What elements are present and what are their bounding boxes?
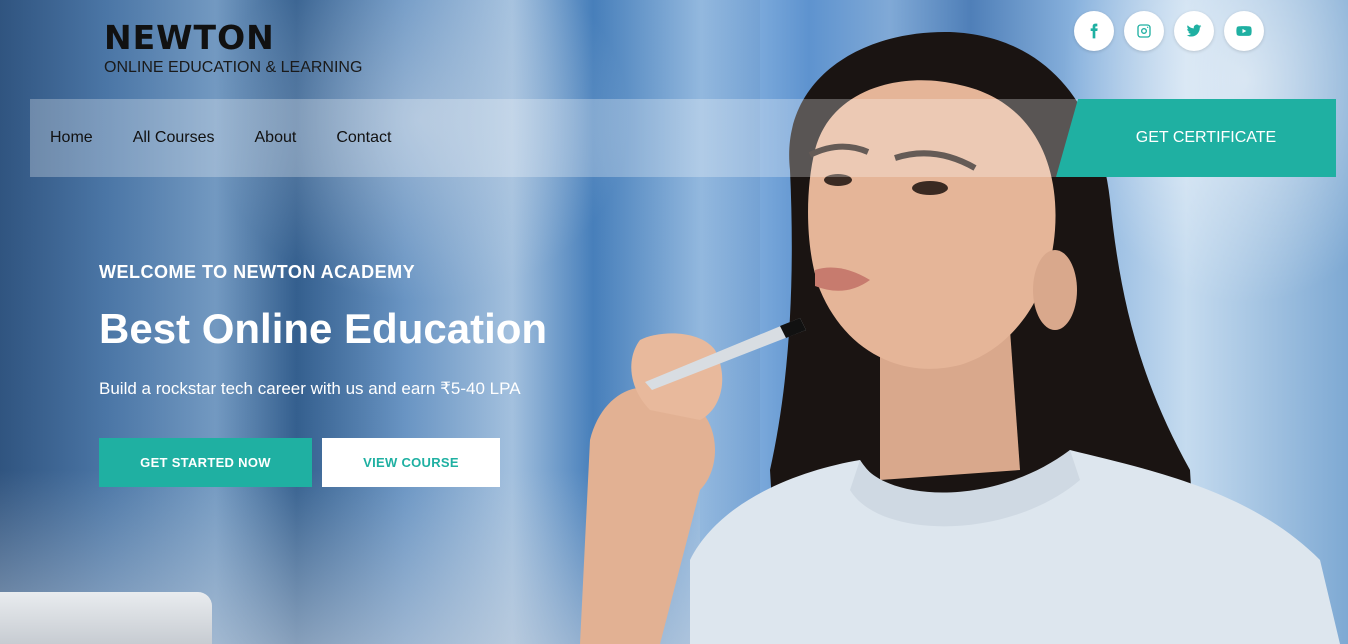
hero-buttons: GET STARTED NOW VIEW COURSE	[99, 438, 500, 487]
facebook-button[interactable]	[1074, 11, 1114, 51]
social-links	[1074, 11, 1264, 51]
nav-link-all-courses[interactable]: All Courses	[133, 129, 215, 147]
instagram-button[interactable]	[1124, 11, 1164, 51]
main-navbar: Home All Courses About Contact GET CERTI…	[30, 99, 1336, 177]
nav-link-home[interactable]: Home	[50, 129, 93, 147]
hero-content: WELCOME TO NEWTON ACADEMY Best Online Ed…	[99, 262, 659, 399]
view-course-button[interactable]: VIEW COURSE	[322, 438, 500, 487]
hero-eyebrow: WELCOME TO NEWTON ACADEMY	[99, 262, 416, 282]
youtube-button[interactable]	[1224, 11, 1264, 51]
instagram-icon	[1137, 24, 1151, 38]
brand-subtitle: ONLINE EDUCATION & LEARNING	[104, 59, 363, 76]
brand-title: NEWTON	[104, 18, 275, 57]
twitter-button[interactable]	[1174, 11, 1214, 51]
nav-link-about[interactable]: About	[255, 129, 297, 147]
youtube-icon	[1236, 26, 1252, 36]
brand-logo[interactable]: NEWTON ONLINE EDUCATION & LEARNING	[104, 18, 362, 77]
hero-headline: Best Online Education	[99, 305, 548, 352]
facebook-icon	[1090, 23, 1098, 39]
get-started-button[interactable]: GET STARTED NOW	[99, 438, 312, 487]
nav-link-contact[interactable]: Contact	[336, 129, 391, 147]
get-certificate-button[interactable]: GET CERTIFICATE	[1056, 99, 1336, 177]
twitter-icon	[1186, 24, 1202, 37]
hero-subtext: Build a rockstar tech career with us and…	[99, 379, 521, 398]
nav-links: Home All Courses About Contact	[50, 99, 391, 177]
